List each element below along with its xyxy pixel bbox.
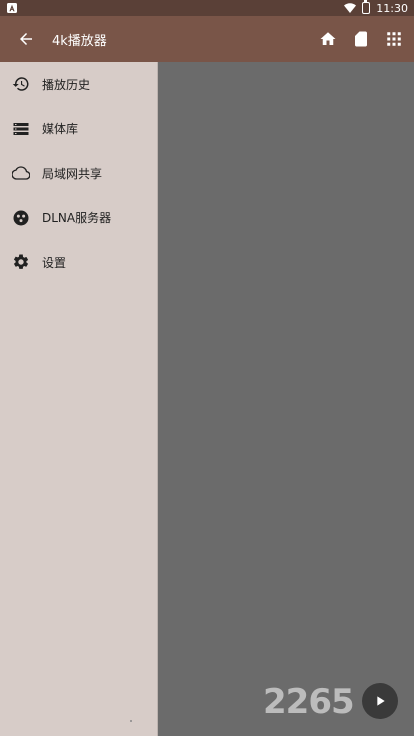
- history-icon: [11, 74, 31, 94]
- app-bar-actions: [311, 16, 410, 62]
- content-scrim[interactable]: [159, 62, 414, 736]
- drawer-item-media-library[interactable]: 媒体库: [0, 107, 157, 152]
- drawer-dot: [130, 720, 132, 722]
- drawer-item-label: 播放历史: [42, 77, 91, 92]
- navigation-drawer: 播放历史 媒体库 局域网共享 DLNA服务器 设置: [0, 62, 158, 736]
- battery-icon: [362, 0, 371, 14]
- back-button[interactable]: [6, 16, 46, 62]
- grid-icon: [386, 32, 401, 46]
- gear-icon: [11, 252, 31, 272]
- play-icon: [377, 696, 385, 706]
- drawer-item-dlna[interactable]: DLNA服务器: [0, 196, 157, 241]
- list-icon: [11, 119, 31, 139]
- back-arrow-icon: [20, 33, 32, 45]
- drawer-item-label: 设置: [42, 255, 67, 270]
- drawer-item-label: 局域网共享: [42, 166, 103, 181]
- dlna-icon: [11, 208, 31, 228]
- sd-card-icon: [354, 31, 367, 47]
- status-right: 11:30: [344, 0, 408, 15]
- play-button[interactable]: [362, 683, 398, 719]
- home-button[interactable]: [311, 16, 344, 62]
- app-bar: 4k播放器: [0, 16, 414, 62]
- notification-a-icon: [6, 2, 18, 14]
- drawer-item-history[interactable]: 播放历史: [0, 62, 157, 107]
- status-left: [6, 2, 18, 14]
- grid-button[interactable]: [377, 16, 410, 62]
- cloud-icon: [11, 163, 31, 183]
- wifi-icon: [344, 2, 357, 14]
- drawer-item-settings[interactable]: 设置: [0, 240, 157, 285]
- drawer-item-label: 媒体库: [42, 122, 79, 137]
- sd-card-button[interactable]: [344, 16, 377, 62]
- home-icon: [320, 32, 335, 45]
- status-bar: 11:30: [0, 0, 414, 16]
- status-time: 11:30: [376, 1, 408, 15]
- drawer-item-lan-share[interactable]: 局域网共享: [0, 151, 157, 196]
- app-title: 4k播放器: [52, 33, 107, 49]
- drawer-item-label: DLNA服务器: [42, 211, 112, 226]
